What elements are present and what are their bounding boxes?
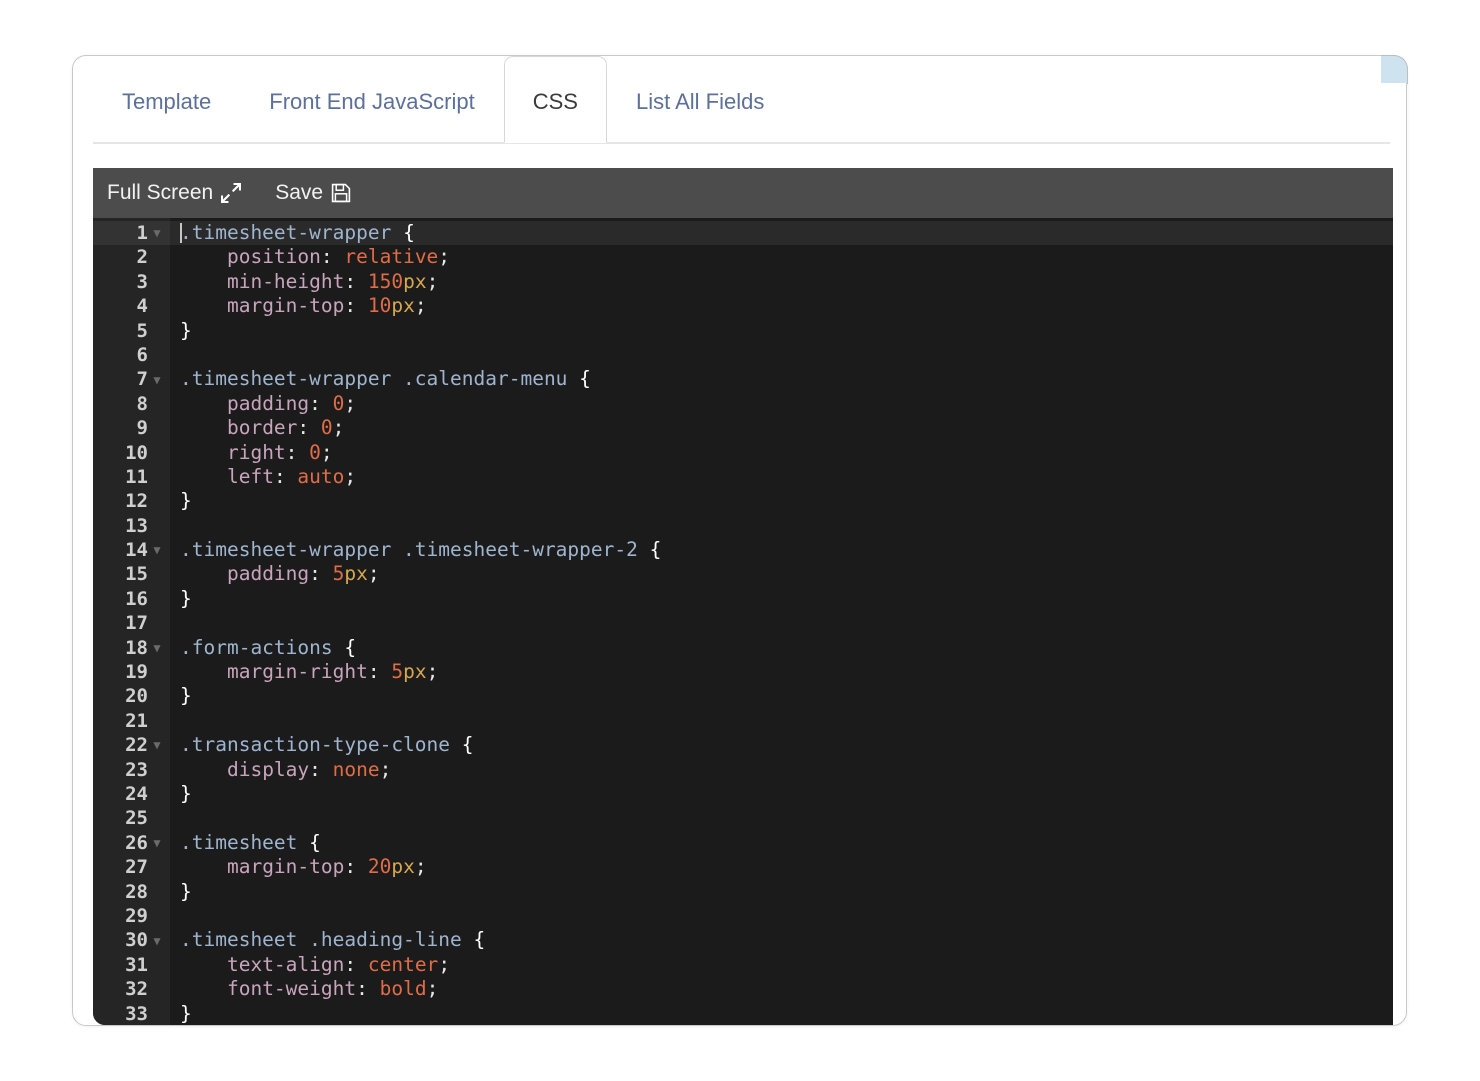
line-number: 20▼ bbox=[125, 685, 148, 708]
code-line: } bbox=[180, 879, 192, 903]
line-number: 18 ▼ bbox=[93, 636, 170, 660]
code-line: .form-actions { bbox=[180, 635, 357, 659]
expand-arrows-icon bbox=[221, 183, 242, 203]
save-label: Save bbox=[275, 181, 324, 204]
code-line: .timesheet-wrapper { bbox=[180, 221, 1393, 246]
code-line: .transaction-type-clone { bbox=[180, 733, 474, 757]
floppy-disk-icon bbox=[331, 183, 351, 203]
line-number: 21▼ bbox=[125, 709, 148, 732]
line-number: 8▼ bbox=[136, 392, 148, 415]
line-number: 22 ▼ bbox=[93, 733, 170, 757]
editor-card: Template Front End JavaScript CSS List A… bbox=[72, 55, 1408, 1026]
line-number: 27▼ bbox=[125, 856, 148, 879]
line-number: 4▼ bbox=[136, 295, 148, 318]
code-line: } bbox=[180, 318, 192, 342]
full-screen-label: Full Screen bbox=[107, 181, 214, 204]
line-number: 24▼ bbox=[125, 782, 148, 805]
line-number: 6▼ bbox=[136, 343, 148, 366]
code-line: .timesheet-wrapper .timesheet-wrapper-2 … bbox=[180, 538, 662, 562]
line-number: 13▼ bbox=[125, 514, 148, 537]
code-line: position: relative; bbox=[226, 245, 451, 269]
css-editor: Full Screen Save 1 ▼ 2 3 4 5 6 7 ▼ 8 9 1… bbox=[93, 168, 1393, 1025]
tab-strip: Template Front End JavaScript CSS List A… bbox=[73, 56, 1406, 144]
tab-css[interactable]: CSS bbox=[503, 56, 607, 143]
code-line: font-weight: bold; bbox=[226, 977, 439, 1001]
code-line: padding: 5px; bbox=[226, 562, 380, 586]
code-line: margin-right: 5px; bbox=[226, 660, 439, 684]
line-number: 3▼ bbox=[136, 270, 148, 293]
code-line: } bbox=[180, 684, 192, 708]
line-number: 17▼ bbox=[125, 612, 148, 635]
fold-toggle-icon[interactable]: ▼ bbox=[148, 837, 166, 849]
line-number: 33▼ bbox=[125, 1002, 148, 1025]
line-number-gutter: 1▼2▼3▼4▼5▼6▼7▼8▼9▼10▼11▼12▼13▼14▼15▼16▼1… bbox=[93, 218, 170, 1025]
code-content[interactable]: .timesheet-wrapper { position: relative;… bbox=[170, 218, 1393, 1025]
code-line: margin-top: 20px; bbox=[226, 855, 427, 879]
code-line: right: 0; bbox=[226, 440, 333, 464]
line-number: 14 ▼ bbox=[93, 538, 170, 562]
line-number: 31▼ bbox=[125, 953, 148, 976]
line-number: 2▼ bbox=[136, 246, 148, 269]
code-line: text-align: center; bbox=[226, 952, 451, 976]
line-number: 10▼ bbox=[125, 441, 148, 464]
code-line: .timesheet .heading-line { bbox=[180, 928, 486, 952]
tab-front-end-javascript[interactable]: Front End JavaScript bbox=[240, 56, 503, 143]
line-number: 12▼ bbox=[125, 490, 148, 513]
line-number: 19▼ bbox=[125, 661, 148, 684]
code-line: left: auto; bbox=[226, 464, 357, 488]
line-number: 25▼ bbox=[125, 807, 148, 830]
line-number: 26 ▼ bbox=[93, 831, 170, 855]
fold-toggle-icon[interactable]: ▼ bbox=[148, 374, 166, 386]
line-number: 30 ▼ bbox=[93, 928, 170, 952]
full-screen-button[interactable]: Full Screen bbox=[105, 179, 243, 207]
line-number: 9▼ bbox=[136, 417, 148, 440]
tab-template[interactable]: Template bbox=[93, 56, 240, 143]
code-line: min-height: 150px; bbox=[226, 269, 439, 293]
code-line: } bbox=[180, 781, 192, 805]
code-line: } bbox=[180, 489, 192, 513]
code-line: border: 0; bbox=[226, 416, 345, 440]
code-line: .timesheet-wrapper .calendar-menu { bbox=[180, 367, 591, 391]
line-number: 1 ▼ bbox=[93, 221, 170, 246]
line-number: 23▼ bbox=[125, 758, 148, 781]
fold-toggle-icon[interactable]: ▼ bbox=[148, 544, 166, 556]
code-line: padding: 0; bbox=[226, 391, 357, 415]
code-line: } bbox=[180, 586, 192, 610]
code-line: .timesheet { bbox=[180, 830, 321, 854]
fold-toggle-icon[interactable]: ▼ bbox=[148, 935, 166, 947]
fold-toggle-icon[interactable]: ▼ bbox=[148, 642, 166, 654]
tab-list-all-fields[interactable]: List All Fields bbox=[607, 56, 793, 143]
line-number: 15▼ bbox=[125, 563, 148, 586]
line-number: 32▼ bbox=[125, 978, 148, 1001]
line-number: 7 ▼ bbox=[93, 367, 170, 391]
code-line: } bbox=[180, 1001, 192, 1025]
line-number: 16▼ bbox=[125, 587, 148, 610]
line-number: 11▼ bbox=[125, 465, 148, 488]
code-area[interactable]: 1▼2▼3▼4▼5▼6▼7▼8▼9▼10▼11▼12▼13▼14▼15▼16▼1… bbox=[93, 218, 1393, 1025]
fold-toggle-icon[interactable]: ▼ bbox=[148, 739, 166, 751]
code-line: display: none; bbox=[226, 757, 392, 781]
code-line: margin-top: 10px; bbox=[226, 294, 427, 318]
save-button[interactable]: Save bbox=[273, 179, 353, 207]
line-number: 28▼ bbox=[125, 880, 148, 903]
line-number: 5▼ bbox=[136, 319, 148, 342]
line-number: 29▼ bbox=[125, 904, 148, 927]
fold-toggle-icon[interactable]: ▼ bbox=[148, 227, 166, 239]
editor-toolbar: Full Screen Save bbox=[93, 168, 1393, 218]
